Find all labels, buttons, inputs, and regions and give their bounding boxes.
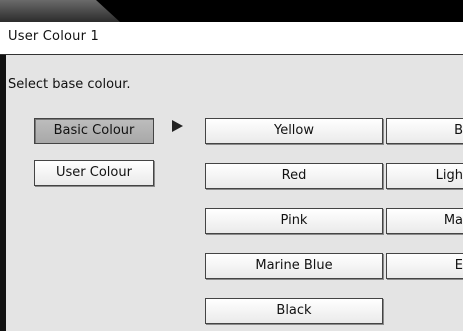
basic-colour-button[interactable]: Basic Colour [34, 118, 154, 144]
colour-red-button[interactable]: Red [205, 163, 383, 189]
colour-e-button[interactable]: E [386, 253, 463, 279]
title-row: User Colour 1 [0, 22, 463, 55]
colour-b-button[interactable]: B [386, 118, 463, 144]
colour-ma-button[interactable]: Ma [386, 208, 463, 234]
colour-light-button[interactable]: Ligh [386, 163, 463, 189]
page-title: User Colour 1 [8, 29, 99, 44]
right-triangle-icon [172, 120, 183, 132]
user-colour-button[interactable]: User Colour [34, 160, 154, 186]
top-bar [0, 0, 463, 22]
top-bar-tab [0, 0, 120, 22]
colour-black-button[interactable]: Black [205, 298, 383, 324]
colour-marine-blue-button[interactable]: Marine Blue [205, 253, 383, 279]
left-edge-border [0, 55, 6, 331]
colour-pink-button[interactable]: Pink [205, 208, 383, 234]
colour-yellow-button[interactable]: Yellow [205, 118, 383, 144]
content-panel: Select base colour. Basic Colour User Co… [0, 55, 463, 331]
select-base-colour-prompt: Select base colour. [8, 77, 131, 92]
